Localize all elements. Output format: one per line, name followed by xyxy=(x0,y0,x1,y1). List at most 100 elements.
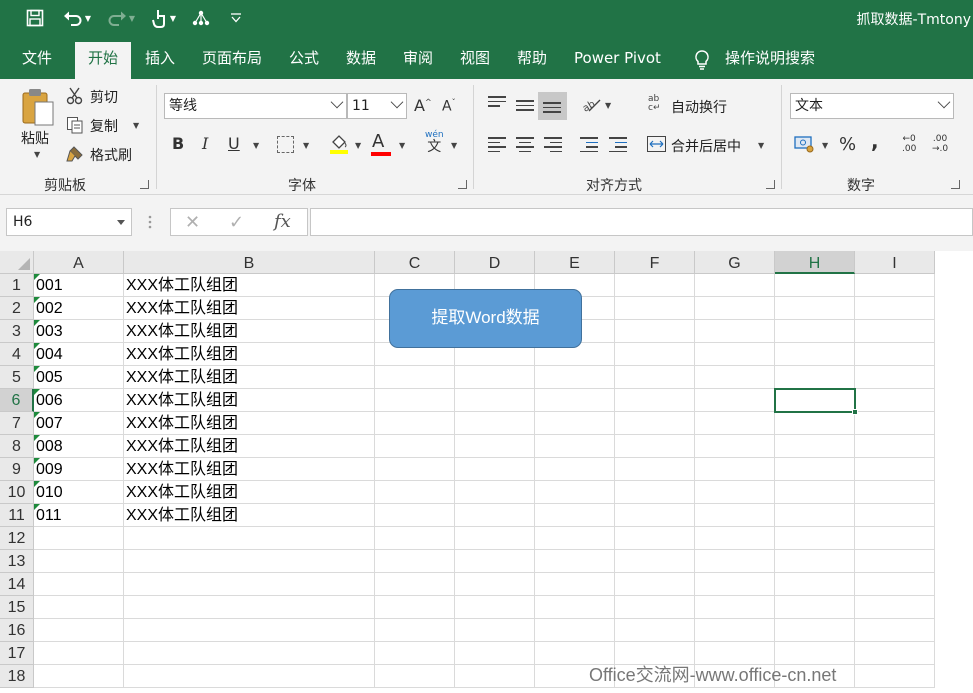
increase-decimal-button[interactable]: ←0.00 xyxy=(902,134,916,154)
cell-A7[interactable]: 007 xyxy=(34,412,124,435)
cell-A8[interactable]: 008 xyxy=(34,435,124,458)
cell-C8[interactable] xyxy=(375,435,455,458)
tab-power-pivot[interactable]: Power Pivot xyxy=(574,36,661,79)
cell-C18[interactable] xyxy=(375,665,455,688)
cell-B4[interactable]: XXX体工队组团 xyxy=(124,343,375,366)
merge-center-button[interactable]: 合并后居中 xyxy=(671,136,741,156)
cell-E12[interactable] xyxy=(535,527,615,550)
cell-A1[interactable]: 001 xyxy=(34,274,124,297)
cell-I5[interactable] xyxy=(855,366,935,389)
scissors-icon[interactable] xyxy=(66,87,84,105)
cell-G14[interactable] xyxy=(695,573,775,596)
network-icon[interactable] xyxy=(190,6,212,30)
cell-D16[interactable] xyxy=(455,619,535,642)
cell-C7[interactable] xyxy=(375,412,455,435)
font-color-button[interactable]: A xyxy=(372,131,384,152)
select-all-button[interactable] xyxy=(0,251,34,274)
column-header-G[interactable]: G xyxy=(695,251,775,274)
cell-F16[interactable] xyxy=(615,619,695,642)
phonetic-button[interactable]: wén 文 xyxy=(425,131,444,155)
tab-file[interactable]: 文件 xyxy=(22,36,52,79)
row-header-18[interactable]: 18 xyxy=(0,665,34,688)
name-box[interactable]: H6 xyxy=(6,208,132,236)
cell-G10[interactable] xyxy=(695,481,775,504)
cell-D5[interactable] xyxy=(455,366,535,389)
column-header-F[interactable]: F xyxy=(615,251,695,274)
cell-H1[interactable] xyxy=(775,274,855,297)
cell-B15[interactable] xyxy=(124,596,375,619)
column-header-C[interactable]: C xyxy=(375,251,455,274)
cell-A18[interactable] xyxy=(34,665,124,688)
cell-I6[interactable] xyxy=(855,389,935,412)
accounting-dropdown-icon[interactable]: ▼ xyxy=(822,141,828,150)
cell-E11[interactable] xyxy=(535,504,615,527)
cell-D14[interactable] xyxy=(455,573,535,596)
row-header-1[interactable]: 1 xyxy=(0,274,34,297)
italic-button[interactable]: I xyxy=(202,134,208,153)
row-header-5[interactable]: 5 xyxy=(0,366,34,389)
cell-F14[interactable] xyxy=(615,573,695,596)
clipboard-launcher-icon[interactable] xyxy=(140,180,149,189)
column-header-D[interactable]: D xyxy=(455,251,535,274)
underline-button[interactable]: U xyxy=(228,134,240,153)
cell-I7[interactable] xyxy=(855,412,935,435)
cell-I9[interactable] xyxy=(855,458,935,481)
tab-view[interactable]: 视图 xyxy=(460,36,490,79)
cell-A15[interactable] xyxy=(34,596,124,619)
extract-word-data-button[interactable]: 提取Word数据 xyxy=(389,289,582,348)
copy-button[interactable]: 复制 xyxy=(90,116,118,136)
cell-B6[interactable]: XXX体工队组团 xyxy=(124,389,375,412)
font-size-select[interactable]: 11 xyxy=(347,93,407,119)
save-icon[interactable] xyxy=(22,6,48,30)
cell-E8[interactable] xyxy=(535,435,615,458)
cell-D15[interactable] xyxy=(455,596,535,619)
cell-D10[interactable] xyxy=(455,481,535,504)
cell-G12[interactable] xyxy=(695,527,775,550)
cell-G7[interactable] xyxy=(695,412,775,435)
row-header-11[interactable]: 11 xyxy=(0,504,34,527)
font-name-select[interactable]: 等线 xyxy=(164,93,347,119)
column-header-I[interactable]: I xyxy=(855,251,935,274)
cell-G6[interactable] xyxy=(695,389,775,412)
cell-C12[interactable] xyxy=(375,527,455,550)
column-header-B[interactable]: B xyxy=(124,251,375,274)
cell-C5[interactable] xyxy=(375,366,455,389)
cell-F15[interactable] xyxy=(615,596,695,619)
cell-B7[interactable]: XXX体工队组团 xyxy=(124,412,375,435)
cell-I15[interactable] xyxy=(855,596,935,619)
row-header-14[interactable]: 14 xyxy=(0,573,34,596)
insert-function-icon[interactable]: fx xyxy=(274,211,291,232)
cell-H9[interactable] xyxy=(775,458,855,481)
worksheet-grid[interactable]: ABCDEFGHI 1 2 3 4 5 6 7 8 9 10 11 12 13 14 15 16 17 18 00… xyxy=(0,251,973,693)
touch-mode-icon[interactable]: ▼ xyxy=(146,6,182,30)
cell-D18[interactable] xyxy=(455,665,535,688)
align-left-icon[interactable] xyxy=(488,137,506,155)
cell-C10[interactable] xyxy=(375,481,455,504)
tab-formulas[interactable]: 公式 xyxy=(289,36,319,79)
percent-style-button[interactable]: % xyxy=(839,134,856,155)
row-header-2[interactable]: 2 xyxy=(0,297,34,320)
cell-C11[interactable] xyxy=(375,504,455,527)
cell-F2[interactable] xyxy=(615,297,695,320)
row-header-8[interactable]: 8 xyxy=(0,435,34,458)
cut-button[interactable]: 剪切 xyxy=(90,87,118,107)
cell-F1[interactable] xyxy=(615,274,695,297)
cell-A10[interactable]: 010 xyxy=(34,481,124,504)
tab-review[interactable]: 审阅 xyxy=(403,36,433,79)
undo-icon[interactable]: ▼ xyxy=(58,6,96,30)
cell-G15[interactable] xyxy=(695,596,775,619)
cell-I12[interactable] xyxy=(855,527,935,550)
wrap-text-icon[interactable]: ab c↵ xyxy=(648,95,666,115)
row-header-10[interactable]: 10 xyxy=(0,481,34,504)
cell-A13[interactable] xyxy=(34,550,124,573)
phonetic-dropdown-icon[interactable]: ▼ xyxy=(451,141,457,150)
cell-B3[interactable]: XXX体工队组团 xyxy=(124,320,375,343)
cell-I2[interactable] xyxy=(855,297,935,320)
cell-B16[interactable] xyxy=(124,619,375,642)
cell-I14[interactable] xyxy=(855,573,935,596)
borders-dropdown-icon[interactable]: ▼ xyxy=(303,141,309,150)
cell-B18[interactable] xyxy=(124,665,375,688)
cell-D17[interactable] xyxy=(455,642,535,665)
cell-D9[interactable] xyxy=(455,458,535,481)
row-header-3[interactable]: 3 xyxy=(0,320,34,343)
